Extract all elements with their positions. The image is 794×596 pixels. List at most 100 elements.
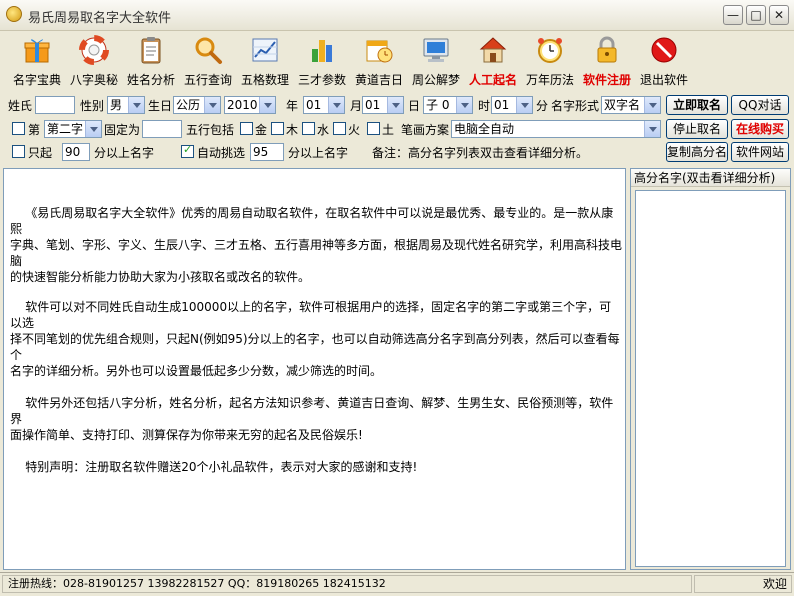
position-checkbox[interactable] [12,122,25,135]
alarm-clock-icon [538,38,562,63]
minute-value: 01 [494,98,510,112]
wuxing-earth-checkbox[interactable] [367,122,380,135]
toolbar-button-register[interactable]: 软件注册 [576,33,638,87]
maximize-button[interactable]: □ [746,5,766,25]
toolbar-button-dream[interactable]: 周公解梦 [405,33,467,87]
window-title: 易氏周易取名字大全软件 [28,11,172,26]
features-paragraph: 软件可以对不同姓氏自动生成100000以上的名字，软件可根据用户的选择，固定名字… [10,300,620,378]
note-text: 备注：高分名字列表双击查看详细分析。 [372,146,589,160]
high-score-list[interactable] [635,190,786,567]
wuxing-wood-checkbox[interactable] [271,122,284,135]
name-form-select[interactable]: 双字名 [601,96,661,114]
line-chart-icon [252,38,278,62]
minute-label: 分 [536,99,549,113]
toolbar-label: 退出软件 [639,73,688,87]
wuxing-label: 五行包括 [186,123,235,137]
house-icon [479,37,507,63]
high-score-header: 高分名字(双击看详细分析) [631,169,790,187]
description-panel: 《易氏周易取名字大全软件》优秀的周易自动取名软件，在取名软件中可以说是最优秀、最… [3,168,626,570]
stop-sign-icon [651,37,677,63]
title-bar: 易氏周易取名字大全软件 — □ ✕ [0,0,794,31]
auto-pick-score-input[interactable]: 95 [250,143,284,161]
position-value: 第二字 [47,122,84,136]
generate-names-button[interactable]: 立即取名 [666,95,728,115]
year-select[interactable]: 2010 [224,96,276,114]
position-select[interactable]: 第二字 [44,120,102,138]
calendar-clock-icon [366,40,393,63]
chevron-down-icon [204,97,220,113]
clipboard-icon [141,37,161,64]
padlock-icon [597,36,617,63]
stroke-plan-select[interactable]: 电脑全自动 [451,120,661,138]
magnifier-icon [195,37,222,64]
surname-input[interactable] [35,96,75,114]
toolbar-button-name-analysis[interactable]: 姓名分析 [120,33,182,87]
auto-pick-label: 自动挑选 [197,146,246,160]
gender-select[interactable]: 男 [107,96,145,114]
year-value: 2010 [227,98,258,112]
high-score-panel: 高分名字(双击看详细分析) [630,168,791,570]
toolbar-button-exit[interactable]: 退出软件 [633,33,695,87]
intro-paragraph: 《易氏周易取名字大全软件》优秀的周易自动取名软件，在取名软件中可以说是最优秀、最… [10,206,623,284]
options-panel: 姓氏 性别 男 生日 公历 2010 年 01 月 01 日 子 0 时 01 … [0,93,794,165]
surname-label: 姓氏 [8,99,33,113]
app-icon [6,6,22,22]
chevron-down-icon [128,97,144,113]
wuxing-gold-checkbox[interactable] [240,122,253,135]
wuxing-gold-label: 金 [255,123,268,137]
min-score-input[interactable]: 90 [62,143,90,161]
wuxing-fire-label: 火 [348,123,361,137]
minimize-button[interactable]: — [723,5,743,25]
website-button[interactable]: 软件网站 [731,142,789,162]
day-value: 01 [365,98,381,112]
toolbar-button-wuge[interactable]: 五格数理 [234,33,296,87]
month-select[interactable]: 01 [303,96,345,114]
chevron-down-icon [85,121,101,137]
copy-high-score-button[interactable]: 复制高分名 [666,142,728,162]
close-button[interactable]: ✕ [769,5,789,25]
zi-value: 子 [426,98,439,112]
birthday-label: 生日 [148,99,173,113]
day-label: 日 [408,99,421,113]
statement-paragraph: 特别声明：注册取名软件赠送20个小礼品软件，表示对大家的感谢和支持! [10,460,418,474]
fixed-char-input[interactable] [142,120,182,138]
gender-label: 性别 [80,99,105,113]
zi-select[interactable]: 子 0 [423,96,473,114]
only-from-checkbox[interactable] [12,145,25,158]
toolbar-button-manual-naming[interactable]: 人工起名 [462,33,524,87]
toolbar: 名字宝典 八字奥秘 姓名分析 五行查询 五格数理 三才参数 黄道吉日 周公解梦 … [0,31,794,89]
position-label: 第 [28,123,41,137]
chevron-down-icon [644,121,660,137]
hour-label: 时 [478,99,491,113]
toolbar-button-auspicious-day[interactable]: 黄道吉日 [348,33,410,87]
chevron-down-icon [259,97,275,113]
extras-paragraph: 软件另外还包括八字分析，姓名分析，起名方法知识参考、黄道吉日查询、解梦、生男生女… [10,396,614,442]
toolbar-button-bazi[interactable]: 八字奥秘 [63,33,125,87]
qq-chat-button[interactable]: QQ对话 [731,95,789,115]
year-label: 年 [286,99,299,113]
bar-chart-icon [312,40,332,62]
monitor-icon [423,38,449,62]
wuxing-wood-label: 木 [286,123,299,137]
name-form-value: 双字名 [604,98,641,112]
toolbar-button-calendar[interactable]: 万年历法 [519,33,581,87]
gender-value: 男 [110,98,123,112]
toolbar-button-wuxing-query[interactable]: 五行查询 [177,33,239,87]
auto-pick-checkbox[interactable] [181,143,194,158]
auto-pick-suffix: 分以上名字 [288,146,349,160]
minute-select[interactable]: 01 [491,96,533,114]
month-value: 01 [306,98,322,112]
status-bar: 注册热线：028-81901257 13982281527 QQ：8191802… [0,572,794,596]
wuxing-fire-checkbox[interactable] [333,122,346,135]
stroke-plan-value: 电脑全自动 [454,122,515,136]
buy-online-button[interactable]: 在线购买 [731,119,789,139]
welcome-status: 欢迎 [694,575,792,593]
toolbar-button-sancai[interactable]: 三才参数 [291,33,353,87]
hotline-status: 注册热线：028-81901257 13982281527 QQ：8191802… [2,575,692,593]
stop-naming-button[interactable]: 停止取名 [666,119,728,139]
day-select[interactable]: 01 [362,96,404,114]
wuxing-water-checkbox[interactable] [302,122,315,135]
chevron-down-icon [328,97,344,113]
calendar-type-select[interactable]: 公历 [173,96,221,114]
toolbar-button-name-dictionary[interactable]: 名字宝典 [6,33,68,87]
